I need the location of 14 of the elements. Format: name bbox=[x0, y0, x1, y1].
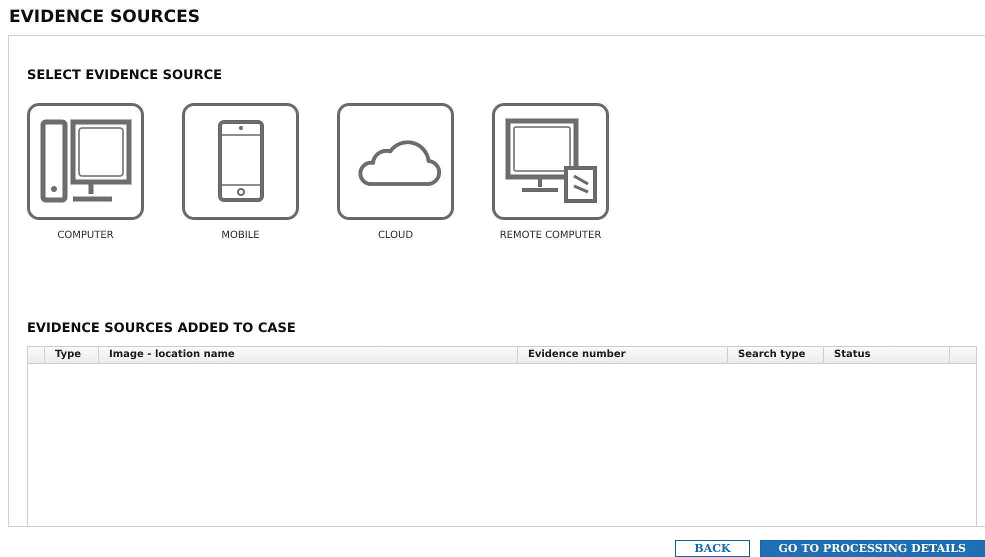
next-button[interactable]: GO TO PROCESSING DETAILS bbox=[760, 540, 985, 557]
back-button[interactable]: BACK bbox=[675, 540, 750, 557]
source-label: CLOUD bbox=[378, 230, 414, 241]
section-heading: SELECT EVIDENCE SOURCE bbox=[27, 68, 224, 83]
page-title: EVIDENCE SOURCES bbox=[9, 7, 201, 29]
column-header[interactable]: Evidence number bbox=[518, 346, 728, 363]
source-label: REMOTE COMPUTER bbox=[500, 230, 602, 241]
source-label: COMPUTER bbox=[57, 230, 114, 241]
source-label: MOBILE bbox=[221, 230, 260, 241]
column-header[interactable]: Search type bbox=[728, 346, 824, 363]
column-header[interactable]: Image - location name bbox=[99, 346, 518, 363]
column-header[interactable]: Type bbox=[45, 346, 99, 363]
column-header[interactable]: Status bbox=[824, 346, 950, 363]
section-heading: EVIDENCE SOURCES ADDED TO CASE bbox=[27, 320, 297, 336]
